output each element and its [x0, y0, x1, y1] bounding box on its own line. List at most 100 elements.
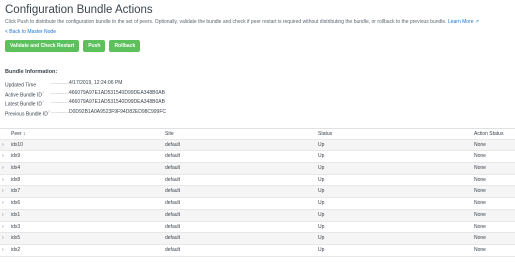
- bundle-info-value: 466079A97E1AD531540D99DEA348B0AB: [69, 99, 165, 106]
- help-icon[interactable]: ?: [42, 100, 44, 104]
- column-header-status: Status: [318, 131, 333, 137]
- validate-and-check-restart-button[interactable]: Validate and Check Restart: [5, 40, 80, 52]
- site-cell: default: [165, 235, 181, 242]
- expand-row-icon[interactable]: ›: [0, 233, 11, 244]
- site-cell: default: [165, 211, 181, 218]
- external-link-icon: ↗: [474, 19, 480, 25]
- status-cell: Up: [318, 223, 325, 230]
- column-header-site: Site: [165, 131, 174, 137]
- action-status-cell: None: [474, 235, 486, 242]
- status-cell: Up: [318, 200, 325, 207]
- status-cell: Up: [318, 153, 325, 160]
- peer-cell: idx5: [11, 235, 21, 242]
- peer-cell: idx10: [11, 141, 23, 148]
- peer-cell: idx2: [11, 246, 21, 253]
- bundle-info-row: Updated Time............................…: [5, 80, 510, 90]
- site-cell: default: [165, 141, 181, 148]
- bundle-info-value: 4/17/2019, 12:24:06 PM: [69, 80, 123, 86]
- peers-table: Peer ↕ Site Status Action Status › idx10 d…: [0, 128, 515, 257]
- expand-row-icon[interactable]: ›: [0, 222, 11, 233]
- status-cell: Up: [318, 235, 325, 242]
- description-text: Click Push to distribute the configurati…: [5, 19, 447, 25]
- bundle-info-label: Active Bundle ID?: [5, 90, 44, 99]
- peer-cell: idx3: [11, 223, 21, 230]
- site-cell: default: [165, 200, 181, 207]
- expand-row-icon[interactable]: ›: [0, 140, 11, 151]
- status-cell: Up: [318, 211, 325, 218]
- help-icon[interactable]: ?: [48, 110, 50, 114]
- column-header-peer[interactable]: Peer ↕: [11, 129, 165, 139]
- status-cell: Up: [318, 188, 325, 195]
- action-status-cell: None: [474, 246, 486, 253]
- table-row[interactable]: › idx7 default Up None: [0, 186, 515, 199]
- learn-more-link[interactable]: Learn More ↗: [448, 19, 479, 25]
- action-status-cell: None: [474, 153, 486, 160]
- page: Configuration Bundle Actions Click Push …: [0, 0, 515, 119]
- table-row[interactable]: › idx6 default Up None: [0, 198, 515, 210]
- bundle-information-title: Bundle Information:: [5, 69, 58, 75]
- site-cell: default: [165, 165, 181, 172]
- bundle-info-dots: ..........................: [51, 99, 69, 106]
- action-status-cell: None: [474, 176, 486, 183]
- page-description: Click Push to distribute the configurati…: [5, 19, 510, 26]
- action-status-cell: None: [474, 188, 486, 195]
- table-header: Peer ↕ Site Status Action Status: [0, 128, 515, 140]
- action-status-cell: None: [474, 200, 486, 207]
- bundle-info-dots: ......................: [51, 108, 69, 115]
- table-body: › idx10 default Up None › idx9 default Up None › id…: [0, 139, 515, 257]
- peer-cell: idx7: [11, 188, 21, 195]
- bundle-info-label: Latest Bundle ID?: [5, 100, 44, 108]
- bundle-info-label: Previous Bundle ID?: [5, 109, 50, 118]
- site-cell: default: [165, 153, 181, 160]
- expand-row-icon[interactable]: ›: [0, 198, 11, 209]
- expand-row-icon[interactable]: ›: [0, 151, 11, 162]
- bundle-info-row: Active Bundle ID?.......................…: [5, 90, 510, 100]
- expand-row-icon[interactable]: ›: [0, 163, 11, 174]
- table-row[interactable]: › idx8 default Up None: [0, 175, 515, 187]
- expand-row-icon[interactable]: ›: [0, 245, 11, 256]
- table-row[interactable]: › idx10 default Up None: [0, 139, 515, 152]
- expand-row-icon[interactable]: ›: [0, 210, 11, 221]
- action-status-cell: None: [474, 211, 486, 218]
- table-row[interactable]: › idx5 default Up None: [0, 233, 515, 245]
- table-row[interactable]: › idx2 default Up None: [0, 245, 515, 257]
- page-title: Configuration Bundle Actions: [5, 4, 153, 16]
- bundle-info-row: Previous Bundle ID?.....................…: [5, 109, 510, 119]
- column-header-action-status: Action Status: [474, 131, 504, 137]
- expand-row-icon[interactable]: ›: [0, 175, 11, 186]
- table-row[interactable]: › idx4 default Up None: [0, 163, 515, 175]
- action-status-cell: None: [474, 223, 486, 230]
- site-cell: default: [165, 176, 181, 183]
- expand-row-icon[interactable]: ›: [0, 186, 11, 197]
- status-cell: Up: [318, 246, 325, 253]
- help-icon[interactable]: ?: [42, 91, 44, 95]
- site-cell: default: [165, 246, 181, 253]
- rollback-button[interactable]: Rollback: [109, 40, 141, 52]
- expand-column-header: [0, 129, 11, 139]
- action-status-cell: None: [474, 165, 486, 172]
- peer-cell: idx9: [11, 153, 21, 160]
- peer-cell: idx4: [11, 165, 21, 172]
- site-cell: default: [165, 188, 181, 195]
- bundle-info-label: Updated Time: [5, 82, 37, 89]
- bundle-info-value: D0D92B1A0A9523F9F94D82ED98C999FC: [69, 108, 167, 115]
- bundle-information: Updated Time............................…: [5, 80, 510, 119]
- table-row[interactable]: › idx1 default Up None: [0, 209, 515, 222]
- action-status-cell: None: [474, 141, 486, 148]
- status-cell: Up: [318, 141, 325, 148]
- push-button[interactable]: Push: [83, 40, 106, 52]
- bundle-info-row: Latest Bundle ID?.......................…: [5, 99, 510, 109]
- action-buttons: Validate and Check Restart Push Rollback: [5, 40, 510, 52]
- bundle-info-dots: ..........................: [51, 89, 69, 96]
- peer-cell: idx8: [11, 176, 21, 183]
- peer-cell: idx1: [11, 211, 21, 218]
- status-cell: Up: [318, 165, 325, 172]
- peer-cell: idx6: [11, 200, 21, 207]
- status-cell: Up: [318, 176, 325, 183]
- back-to-master-node-link[interactable]: < Back to Master Node: [5, 29, 510, 36]
- bundle-info-dots: ............................: [51, 80, 69, 86]
- table-row[interactable]: › idx9 default Up None: [0, 151, 515, 164]
- table-row[interactable]: › idx3 default Up None: [0, 222, 515, 234]
- site-cell: default: [165, 223, 181, 230]
- bundle-info-value: 466079A97E1AD531540D99DEA348B0AB: [69, 89, 165, 96]
